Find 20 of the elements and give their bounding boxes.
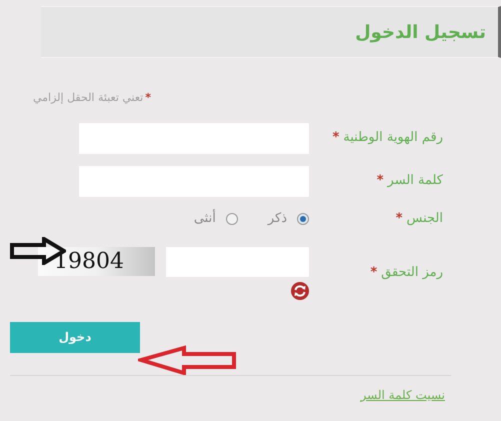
required-marker: * — [145, 90, 151, 106]
field-label: رقم الهوية الوطنية — [343, 129, 443, 148]
field-label: الجنس — [406, 210, 443, 228]
required-marker: * — [396, 210, 403, 228]
page-title: تسجيل الدخول — [355, 20, 486, 44]
radio-label: ذكر — [268, 210, 287, 228]
required-note: تعني تعبئة الحقل إلزامي — [32, 90, 144, 106]
login-button[interactable]: دخول — [10, 322, 140, 352]
forgot-password-link[interactable]: نسيت كلمة السر — [360, 386, 445, 404]
radio-label: أنثى — [194, 208, 216, 228]
required-marker: * — [376, 172, 384, 190]
required-marker: * — [370, 264, 378, 282]
required-marker: * — [332, 129, 340, 148]
captcha-image: 19804 — [38, 247, 155, 276]
refresh-icon[interactable] — [291, 282, 309, 300]
radio-button[interactable] — [297, 212, 309, 224]
field-label: رمز التحقق — [381, 264, 443, 282]
field-label: كلمة السر — [388, 172, 443, 190]
radio-button[interactable] — [226, 212, 238, 224]
arrow-icon — [138, 345, 238, 375]
